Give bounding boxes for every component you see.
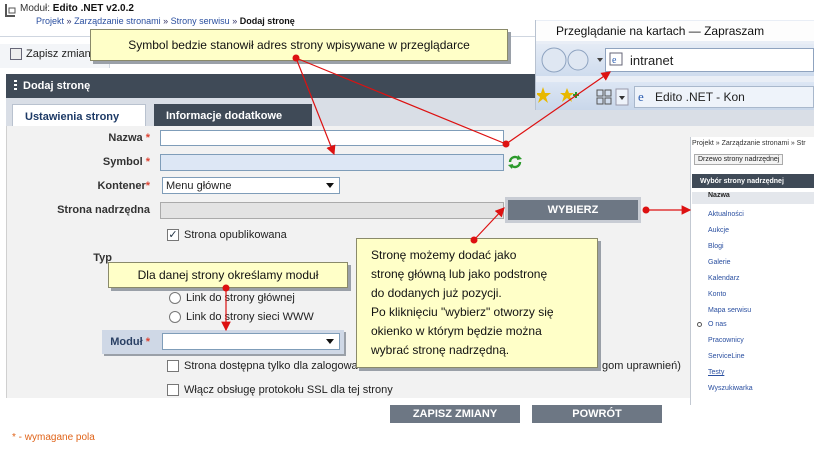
kontener-select[interactable]: Menu główne: [162, 177, 340, 194]
tab-informacje-dodatkowe[interactable]: Informacje dodatkowe: [154, 104, 312, 128]
browser-address-bar[interactable]: intranet: [605, 48, 814, 72]
breadcrumb-strony[interactable]: Strony serwisu: [171, 16, 230, 26]
ssl-label: Włącz obsługę protokołu SSL dla tej stro…: [184, 384, 393, 396]
nadrzedna-label: Strona nadrzędna: [57, 204, 150, 216]
submit-button[interactable]: ZAPISZ ZMIANY: [390, 405, 520, 423]
save-toolbar-button[interactable]: Zapisz zmiany: [10, 48, 96, 60]
radio-link-glowna-label: Link do strony głównej: [186, 292, 295, 304]
svg-text:e: e: [612, 55, 617, 66]
popup-item[interactable]: ServiceLine: [708, 353, 745, 360]
popup-title: Wybór strony nadrzędnej: [692, 174, 814, 188]
chevron-down-icon: [326, 183, 334, 188]
popup-tree-button[interactable]: Drzewo strony nadrzędnej: [694, 154, 784, 165]
tab-ustawienia-strony[interactable]: Ustawienia strony: [12, 104, 146, 128]
popup-item[interactable]: Kalendarz: [708, 275, 740, 282]
back-forward-icon[interactable]: [540, 46, 604, 74]
popup-item[interactable]: Konto: [708, 291, 726, 298]
drag-handle-icon: [14, 80, 17, 92]
breadcrumb: Projekt » Zarządzanie stronami » Strony …: [36, 16, 295, 26]
nazwa-label: Nazwa *: [108, 132, 150, 144]
symbol-input[interactable]: [160, 154, 504, 171]
opublikowana-label: Strona opublikowana: [184, 229, 287, 241]
popup-item[interactable]: Aukcje: [708, 227, 729, 234]
callout-modul: Dla danej strony określamy moduł: [108, 262, 348, 288]
nazwa-input[interactable]: [160, 130, 504, 146]
breadcrumb-projekt[interactable]: Projekt: [36, 16, 64, 26]
radio-link-www[interactable]: [169, 311, 181, 323]
dostepna-checkbox[interactable]: [167, 360, 179, 372]
popup-breadcrumb: Projekt » Zarządzanie stronami » Str: [692, 140, 806, 147]
ie-page-icon: e: [609, 52, 623, 66]
popup-item[interactable]: Blogi: [708, 243, 724, 250]
breadcrumb-zarzadzanie[interactable]: Zarządzanie stronami: [74, 16, 161, 26]
module-icon: [5, 4, 16, 17]
ie-tab-icon: e: [638, 89, 644, 103]
svg-text:e: e: [638, 89, 644, 103]
radio-link-glowna[interactable]: [169, 292, 181, 304]
popup-item[interactable]: Pracownicy: [708, 337, 744, 344]
save-icon: [10, 48, 22, 60]
modul-label: Moduł *: [110, 336, 150, 348]
panel-title: Dodaj stronę: [23, 80, 91, 92]
back-button[interactable]: POWRÓT: [532, 405, 662, 423]
nadrzedna-input: [160, 202, 504, 219]
favorites-icon[interactable]: [537, 86, 581, 104]
popup-item[interactable]: Testy: [708, 369, 724, 376]
radio-link-www-label: Link do strony sieci WWW: [186, 311, 314, 323]
callout-symbol: Symbol bedzie stanowił adres strony wpis…: [90, 29, 508, 61]
wybierz-button[interactable]: WYBIERZ: [508, 200, 638, 220]
refresh-icon[interactable]: [507, 153, 523, 171]
chevron-down-icon: [326, 339, 334, 344]
callout-parent: Stronę możemy dodać jako stronę główną l…: [356, 238, 598, 368]
expand-icon[interactable]: [697, 322, 702, 327]
modul-select[interactable]: [162, 333, 340, 350]
typ-label: Typ: [93, 252, 112, 264]
symbol-label: Symbol *: [102, 156, 150, 168]
dostepna-label: Strona dostępna tylko dla zalogowa: [184, 360, 358, 372]
popup-item[interactable]: O nas: [708, 321, 727, 328]
opublikowana-checkbox[interactable]: [167, 229, 179, 241]
required-note: * - wymagane pola: [12, 432, 95, 443]
browser-window-title: Przeglądanie na kartach — Zapraszam: [536, 21, 814, 41]
popup-item[interactable]: Galerie: [708, 259, 731, 266]
kontener-label: Kontener*: [97, 180, 150, 192]
popup-item[interactable]: Aktualności: [708, 211, 744, 218]
module-line: Moduł: Edito .NET v2.0.2: [20, 3, 134, 14]
breadcrumb-current: Dodaj stronę: [239, 16, 295, 26]
popup-item[interactable]: Wyszukiwarka: [708, 385, 753, 392]
popup-column-header: Nazwa: [692, 192, 814, 204]
dostepna-label-suffix: gom uprawnień): [602, 360, 681, 372]
ssl-checkbox[interactable]: [167, 384, 179, 396]
popup-item[interactable]: Mapa serwisu: [708, 307, 751, 314]
browser-tab[interactable]: Edito .NET - Kon: [634, 86, 814, 108]
module-name: Edito .NET v2.0.2: [52, 3, 134, 14]
quick-tabs-icon[interactable]: [596, 88, 630, 106]
